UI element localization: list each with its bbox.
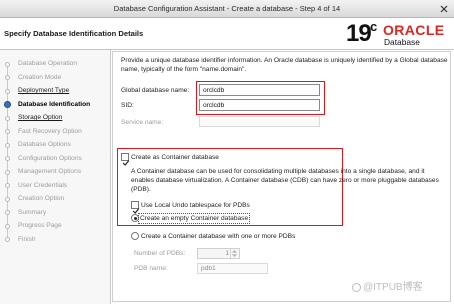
step-navigation: Database Operation Creation Mode Deploym… — [0, 57, 111, 246]
empty-container-label[interactable]: Create an empty Container database — [137, 212, 251, 224]
global-database-name-label: Global database name: — [121, 86, 190, 94]
step-label: Creation Option — [18, 195, 65, 203]
step-marker-icon — [5, 183, 10, 188]
service-name-input — [199, 116, 320, 127]
step-marker-icon — [5, 142, 10, 148]
step-finish: Finish — [0, 233, 111, 247]
step-configuration-options: Configuration Options — [0, 152, 111, 166]
number-of-pdbs-value: 1 — [225, 250, 229, 257]
dbca-window: Database Configuration Assistant - Creat… — [0, 0, 454, 304]
pdb-name-input — [197, 263, 268, 274]
step-summary: Summary — [0, 206, 111, 220]
pdb-name-label: PDB name: — [134, 264, 168, 272]
step-label: Configuration Options — [18, 154, 82, 162]
container-with-pdbs-label[interactable]: Create a Container database with one or … — [141, 232, 295, 241]
spinner-up-down-icon — [232, 250, 237, 257]
empty-container-radio[interactable] — [131, 214, 139, 222]
step-label[interactable]: Deployment Type — [18, 87, 69, 94]
local-undo-label[interactable]: Use Local Undo tablespace for PDBs — [141, 201, 250, 210]
title-bar: Database Configuration Assistant - Creat… — [0, 0, 454, 18]
sid-label: SID: — [121, 101, 134, 109]
container-with-pdbs-radio[interactable] — [131, 232, 139, 240]
step-marker-icon — [5, 156, 10, 161]
radio-selected-dot-icon — [133, 216, 137, 220]
step-database-identification: Database Identification — [0, 98, 111, 112]
page-title: Specify Database Identification Details — [4, 29, 144, 38]
oracle-logo-brand: ORACLE — [383, 22, 445, 38]
intro-text: Provide a unique database identifier inf… — [121, 57, 448, 73]
step-label: Database Identification — [18, 100, 91, 108]
oracle-logo-version: 19 — [346, 20, 372, 47]
step-label: Management Options — [18, 168, 82, 176]
step-user-credentials: User Credentials — [0, 179, 111, 193]
step-label: Progress Page — [18, 222, 62, 230]
step-marker-icon — [5, 75, 10, 80]
oracle-logo-version-suffix: c — [370, 19, 378, 34]
step-creation-mode: Creation Mode — [0, 71, 111, 85]
create-as-container-label[interactable]: Create as Container database — [131, 153, 219, 162]
itpub-logo-icon — [352, 283, 361, 292]
step-management-options: Management Options — [0, 165, 111, 179]
current-step-marker-icon — [4, 101, 11, 108]
step-label: Finish — [18, 235, 36, 243]
step-database-options: Database Options — [0, 138, 111, 152]
step-label: User Credentials — [18, 181, 68, 189]
step-marker-icon — [5, 210, 10, 215]
create-as-container-checkbox[interactable] — [121, 153, 130, 166]
oracle-logo-product: Database — [384, 37, 420, 47]
step-label: Database Options — [18, 141, 71, 149]
step-deployment-type[interactable]: Deployment Type — [0, 84, 111, 98]
local-undo-checkbox[interactable] — [131, 201, 140, 214]
watermark-text: @ITPUB博客 — [363, 282, 423, 293]
checkmark-icon — [122, 154, 130, 172]
step-marker-icon — [5, 237, 10, 242]
step-marker-icon — [5, 196, 10, 202]
step-label[interactable]: Storage Option — [18, 114, 62, 121]
container-description: A Container database can be used for con… — [131, 167, 439, 193]
step-progress-page: Progress Page — [0, 219, 111, 233]
step-storage-option[interactable]: Storage Option — [0, 111, 111, 125]
window-title: Database Configuration Assistant - Creat… — [113, 4, 341, 13]
step-label: Database Operation — [18, 60, 78, 68]
service-name-label: Service name: — [121, 118, 164, 126]
step-marker-icon — [5, 88, 10, 94]
number-of-pdbs-spinner: 1 — [197, 248, 240, 259]
number-of-pdbs-label: Number of PDBs: — [134, 249, 186, 257]
step-fast-recovery-option: Fast Recovery Option — [0, 125, 111, 139]
highlight-box-identifiers — [196, 81, 325, 115]
close-icon[interactable] — [438, 3, 450, 15]
step-marker-icon — [5, 169, 10, 175]
step-creation-option: Creation Option — [0, 192, 111, 206]
step-marker-icon — [5, 129, 10, 134]
step-database-operation: Database Operation — [0, 57, 111, 71]
step-label: Fast Recovery Option — [18, 127, 82, 135]
step-label: Creation Mode — [18, 73, 62, 81]
step-marker-icon — [5, 223, 10, 229]
spinner-arrows — [230, 249, 239, 258]
step-marker-icon — [5, 61, 10, 67]
step-label: Summary — [18, 208, 47, 216]
step-marker-icon — [5, 115, 10, 121]
